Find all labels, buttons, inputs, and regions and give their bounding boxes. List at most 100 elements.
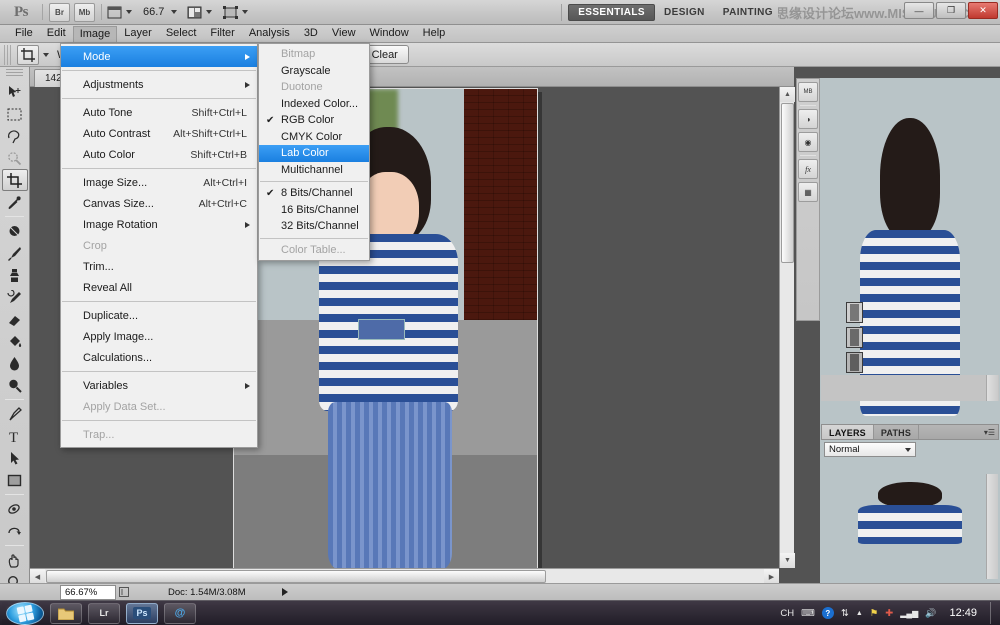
menu-image[interactable]: Image (73, 26, 118, 42)
horizontal-scroll-thumb[interactable] (46, 570, 546, 583)
menu-help[interactable]: Help (416, 25, 453, 42)
swatches-panel-icon[interactable]: ▦ (798, 182, 818, 202)
menu-window[interactable]: Window (363, 25, 416, 42)
menu-item-mode[interactable]: Mode (61, 46, 257, 67)
channels-scrollbar[interactable] (986, 375, 998, 401)
tray-language-indicator[interactable]: CH (780, 608, 794, 619)
maximize-button[interactable]: ❐ (936, 2, 966, 19)
dodge-tool[interactable] (2, 374, 28, 396)
zoom-level-value[interactable]: 66.7 (143, 6, 164, 18)
tray-volume-icon[interactable]: 🔊 (925, 608, 936, 619)
tray-network-small-icon[interactable]: ⇅ (841, 608, 849, 619)
tray-action-center-icon[interactable]: ⚑ (870, 608, 879, 619)
launch-bridge-button[interactable]: Br (49, 3, 70, 22)
status-doc-icon[interactable] (116, 587, 132, 597)
menu-select[interactable]: Select (159, 25, 204, 42)
masks-panel-icon[interactable]: ◉ (798, 132, 818, 152)
show-desktop-button[interactable] (990, 602, 996, 624)
menu-item-duplicate[interactable]: Duplicate... (61, 305, 257, 326)
scroll-down-arrow[interactable]: ▼ (780, 553, 795, 568)
menu-edit[interactable]: Edit (40, 25, 73, 42)
launch-mini-bridge-button[interactable]: Mb (74, 3, 95, 22)
submenu-item-indexed-color[interactable]: Indexed Color... (259, 96, 369, 113)
blend-mode-select[interactable]: Normal (824, 442, 916, 457)
menu-item-canvas-size[interactable]: Canvas Size... Alt+Ctrl+C (61, 193, 257, 214)
gradient-tool[interactable] (2, 330, 28, 352)
menu-item-calculations[interactable]: Calculations... (61, 347, 257, 368)
taskbar-photoshop[interactable]: Ps (126, 603, 158, 624)
tab-layers[interactable]: LAYERS (822, 425, 874, 439)
tab-paths[interactable]: PATHS (874, 425, 919, 439)
vertical-scroll-thumb[interactable] (781, 103, 794, 263)
menu-file[interactable]: File (8, 25, 40, 42)
taskbar-explorer[interactable] (50, 603, 82, 624)
channel-row-rgb[interactable]: RGB Ctrl+2 (821, 275, 999, 300)
minimize-button[interactable]: — (904, 2, 934, 19)
submenu-item-rgb-color[interactable]: ✔ RGB Color (259, 112, 369, 129)
adjustments-panel-icon[interactable]: ◑ (798, 109, 818, 129)
workspace-painting[interactable]: PAINTING (714, 4, 782, 21)
canvas-vertical-scrollbar[interactable]: ▲ ▼ (779, 87, 794, 568)
menu-3d[interactable]: 3D (297, 25, 325, 42)
scroll-up-arrow[interactable]: ▲ (780, 87, 795, 102)
menu-analysis[interactable]: Analysis (242, 25, 297, 42)
workspace-essentials[interactable]: ESSENTIALS (568, 4, 655, 21)
canvas-horizontal-scrollbar[interactable]: ◀ ▶ (30, 568, 779, 583)
menu-item-auto-contrast[interactable]: Auto Contrast Alt+Shift+Ctrl+L (61, 123, 257, 144)
tray-ime-icon[interactable]: ⌨ (801, 608, 815, 619)
zoom-chevron-down-icon[interactable] (171, 10, 177, 14)
menu-view[interactable]: View (325, 25, 363, 42)
hand-tool[interactable] (2, 549, 28, 571)
status-zoom-input[interactable]: 66.67% (60, 585, 116, 600)
view-extras-button[interactable] (107, 3, 132, 22)
options-bar-grip[interactable] (4, 45, 13, 65)
menu-item-reveal-all[interactable]: Reveal All (61, 277, 257, 298)
taskbar-browser[interactable]: @ (164, 603, 196, 624)
styles-panel-icon[interactable]: fx (798, 159, 818, 179)
eyedropper-tool[interactable] (2, 191, 28, 213)
move-tool[interactable] (2, 81, 28, 103)
menu-item-auto-color[interactable]: Auto Color Shift+Ctrl+B (61, 144, 257, 165)
tray-help-icon[interactable]: ? (822, 607, 834, 619)
marquee-tool[interactable] (2, 103, 28, 125)
tray-signal-icon[interactable]: ▂▄▆ (900, 609, 918, 618)
submenu-item-32-bits[interactable]: 32 Bits/Channel (259, 218, 369, 235)
layers-scrollbar[interactable] (986, 474, 998, 579)
submenu-item-multichannel[interactable]: Multichannel (259, 162, 369, 179)
layers-panel-menu-icon[interactable]: ▾☰ (984, 428, 995, 437)
menu-filter[interactable]: Filter (203, 25, 241, 42)
screen-mode-button[interactable] (223, 3, 248, 22)
history-brush-tool[interactable] (2, 286, 28, 308)
clone-stamp-tool[interactable] (2, 264, 28, 286)
menu-item-variables[interactable]: Variables (61, 375, 257, 396)
blur-tool[interactable] (2, 352, 28, 374)
menu-item-apply-image[interactable]: Apply Image... (61, 326, 257, 347)
close-button[interactable]: ✕ (968, 2, 998, 19)
taskbar-lightroom[interactable]: Lr (88, 603, 120, 624)
tool-preset-chevron-icon[interactable] (43, 53, 49, 57)
eraser-tool[interactable] (2, 308, 28, 330)
rectangle-shape-tool[interactable] (2, 469, 28, 491)
spot-healing-brush-tool[interactable] (2, 220, 28, 242)
submenu-item-16-bits[interactable]: 16 Bits/Channel (259, 202, 369, 219)
menu-item-image-rotation[interactable]: Image Rotation (61, 214, 257, 235)
menu-layer[interactable]: Layer (117, 25, 159, 42)
status-menu-arrow-icon[interactable] (282, 588, 288, 596)
taskbar-clock[interactable]: 12:49 (943, 607, 983, 619)
menu-item-auto-tone[interactable]: Auto Tone Shift+Ctrl+L (61, 102, 257, 123)
crop-tool-icon[interactable] (17, 45, 39, 65)
brush-tool[interactable] (2, 242, 28, 264)
layer-row-partial[interactable] (821, 564, 999, 578)
pen-tool[interactable] (2, 403, 28, 425)
start-button[interactable] (6, 602, 44, 625)
workspace-design[interactable]: DESIGN (655, 4, 714, 21)
tools-panel-grip[interactable] (6, 69, 23, 78)
submenu-item-8-bits[interactable]: ✔ 8 Bits/Channel (259, 185, 369, 202)
tray-expand-icon[interactable]: ▲ (856, 610, 863, 617)
submenu-item-grayscale[interactable]: Grayscale (259, 63, 369, 80)
3d-orbit-tool[interactable] (2, 520, 28, 542)
path-selection-tool[interactable] (2, 447, 28, 469)
mini-bridge-panel-icon[interactable]: MB (798, 82, 818, 102)
crop-tool[interactable] (2, 169, 28, 191)
menu-item-trim[interactable]: Trim... (61, 256, 257, 277)
